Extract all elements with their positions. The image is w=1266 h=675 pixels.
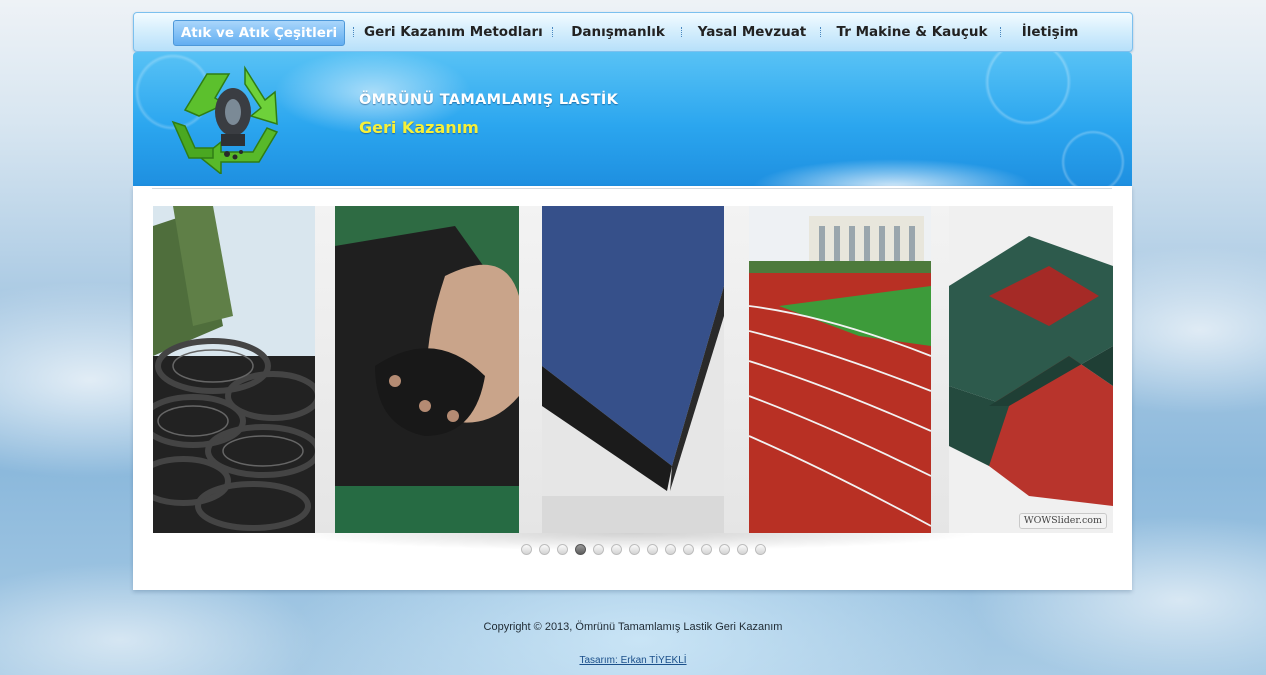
nav-item-geri-kazanim-metodlari[interactable]: Geri Kazanım Metodları <box>364 20 543 44</box>
slider-dot-4[interactable] <box>575 544 586 555</box>
rubber-mat-photo <box>542 206 724 533</box>
slide-running-track <box>749 206 931 533</box>
slide-rubber-granules <box>335 206 519 533</box>
slider-dot-6[interactable] <box>611 544 622 555</box>
slider-dot-10[interactable] <box>683 544 694 555</box>
slider-dot-9[interactable] <box>665 544 676 555</box>
slider-dot-11[interactable] <box>701 544 712 555</box>
recycle-tire-logo[interactable] <box>167 62 303 174</box>
slide-rubber-mat <box>542 206 724 533</box>
running-track-photo <box>749 206 931 533</box>
designer-link[interactable]: Tasarım: Erkan TİYEKLİ <box>0 655 1266 666</box>
rubber-granules-photo <box>335 206 519 533</box>
slider-dot-8[interactable] <box>647 544 658 555</box>
nav-item-atik-cesitleri[interactable]: Atık ve Atık Çeşitleri <box>173 20 345 46</box>
divider <box>152 188 1112 189</box>
nav-separator <box>681 27 682 37</box>
slider-dot-7[interactable] <box>629 544 640 555</box>
slide-tire-pile <box>153 206 315 533</box>
slider-dot-3[interactable] <box>557 544 568 555</box>
copyright-text: Copyright © 2013, Ömrünü Tamamlamış Last… <box>483 621 783 633</box>
nav-separator <box>552 27 553 37</box>
nav-item-iletisim[interactable]: İletişim <box>1014 20 1086 44</box>
site-title: ÖMRÜNÜ TAMAMLAMIŞ LASTİK <box>359 92 619 108</box>
tire-pile-photo <box>153 206 315 533</box>
slider-dot-5[interactable] <box>593 544 604 555</box>
nav-item-tr-makine-kaucuk[interactable]: Tr Makine & Kauçuk <box>834 20 990 44</box>
slide-rubber-tiles <box>949 206 1113 533</box>
slider-dot-1[interactable] <box>521 544 532 555</box>
nav-item-danismanlik[interactable]: Danışmanlık <box>564 20 672 44</box>
site-subtitle: Geri Kazanım <box>359 118 479 137</box>
nav-separator <box>353 27 354 37</box>
slider-dot-14[interactable] <box>755 544 766 555</box>
slider-dot-12[interactable] <box>719 544 730 555</box>
site-header-banner: ÖMRÜNÜ TAMAMLAMIŞ LASTİK Geri Kazanım <box>133 52 1132 186</box>
wowslider-badge[interactable]: WOWSlider.com <box>1018 513 1107 529</box>
main-navigation: Atık ve Atık Çeşitleri Geri Kazanım Meto… <box>133 12 1133 52</box>
slider-dot-13[interactable] <box>737 544 748 555</box>
slider-dot-2[interactable] <box>539 544 550 555</box>
rubber-tiles-photo <box>949 206 1113 533</box>
image-slider[interactable]: WOWSlider.com <box>153 206 1113 533</box>
nav-item-yasal-mevzuat[interactable]: Yasal Mevzuat <box>694 20 810 44</box>
nav-separator <box>820 27 821 37</box>
nav-separator <box>1000 27 1001 37</box>
content-panel: WOWSlider.com <box>133 186 1132 590</box>
